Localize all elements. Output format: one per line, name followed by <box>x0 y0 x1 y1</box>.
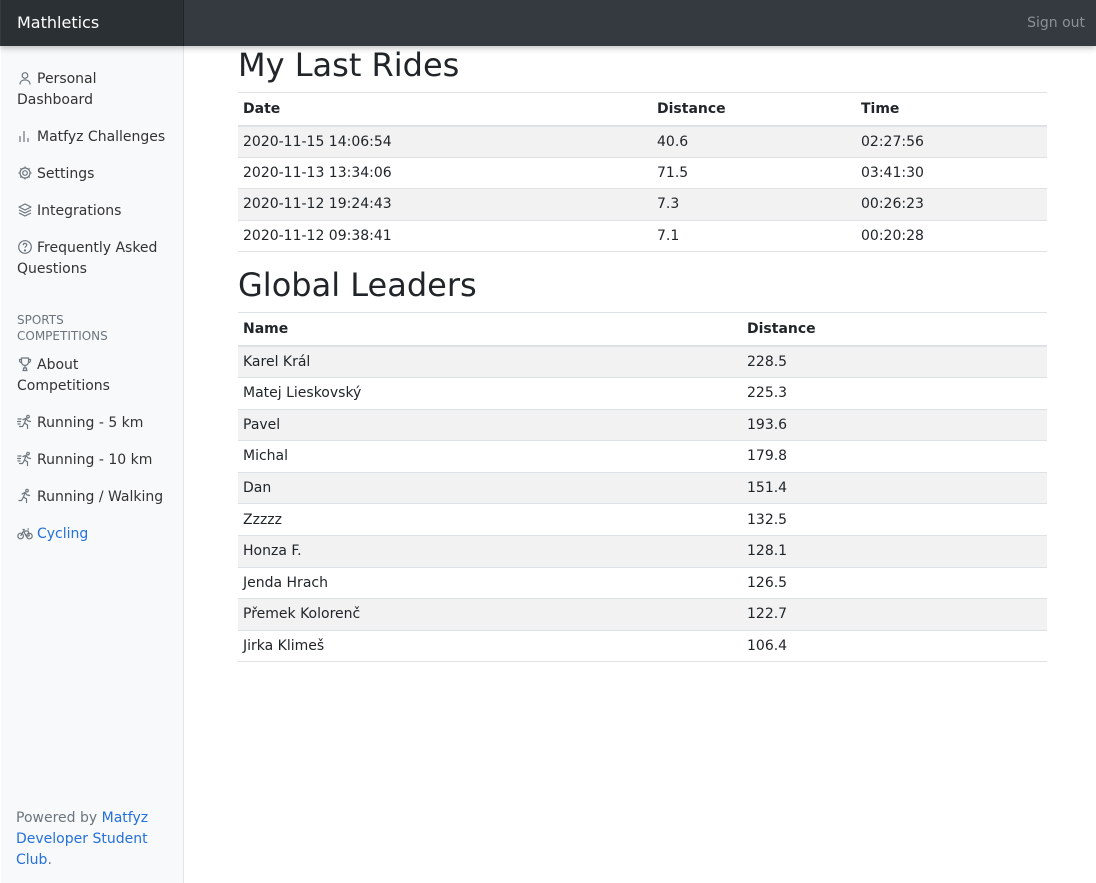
trophy-icon <box>18 357 32 372</box>
brand-logo[interactable]: Mathletics <box>1 0 184 46</box>
sidebar-item-label: Frequently Asked Questions <box>17 240 158 277</box>
help-circle-icon <box>18 240 32 254</box>
runner-icon <box>18 488 31 504</box>
sidebar: Personal Dashboard Matfyz Challenges Set… <box>1 46 184 883</box>
sidebar-item-matfyz-challenges[interactable]: Matfyz Challenges <box>17 127 175 148</box>
sidebar-item-cycling[interactable]: Cycling <box>17 524 175 545</box>
leader-name: Jirka Klimeš <box>238 630 742 663</box>
sidebar-item-faq[interactable]: Frequently Asked Questions <box>17 238 175 280</box>
leader-name: Karel Král <box>238 345 742 378</box>
table-row: Přemek Kolorenč 122.7 <box>238 598 1047 631</box>
leader-name: Michal <box>238 440 742 473</box>
ride-date: 2020-11-15 14:06:54 <box>238 125 652 158</box>
ride-time: 02:27:56 <box>856 125 1047 158</box>
sidebar-item-label: Running - 5 km <box>37 415 144 431</box>
main-content: My Last Rides Date Distance Time 2020-11… <box>238 46 1047 663</box>
bicycle-icon <box>17 528 33 540</box>
sidebar-item-label: Settings <box>37 166 95 182</box>
leader-distance: 228.5 <box>742 345 1047 378</box>
leader-name: Dan <box>238 472 742 505</box>
sidebar-item-running-10km[interactable]: Running - 10 km <box>17 450 175 471</box>
global-leaders-table: Name Distance Karel Král 228.5 Matej Lies… <box>238 312 1047 663</box>
leader-distance: 106.4 <box>742 630 1047 663</box>
column-header-time: Time <box>856 92 1047 127</box>
ride-distance: 71.5 <box>652 157 856 190</box>
ride-distance: 7.1 <box>652 220 856 253</box>
leader-distance: 132.5 <box>742 503 1047 536</box>
table-row: Michal 179.8 <box>238 440 1047 473</box>
leader-distance: 126.5 <box>742 567 1047 600</box>
ride-time: 00:26:23 <box>856 188 1047 221</box>
sidebar-item-personal-dashboard[interactable]: Personal Dashboard <box>17 69 175 111</box>
sidebar-item-label: Cycling <box>37 526 89 542</box>
table-row: Zzzzz 132.5 <box>238 503 1047 536</box>
leader-name: Zzzzz <box>238 503 742 536</box>
sidebar-item-running-walking[interactable]: Running / Walking <box>17 487 175 508</box>
sidebar-item-label: Running - 10 km <box>37 452 153 468</box>
sidebar-item-integrations[interactable]: Integrations <box>17 201 175 222</box>
table-header-row: Name Distance <box>238 312 1047 347</box>
ride-date: 2020-11-12 09:38:41 <box>238 220 652 253</box>
leader-name: Přemek Kolorenč <box>238 598 742 631</box>
leader-distance: 122.7 <box>742 598 1047 631</box>
leader-name: Jenda Hrach <box>238 567 742 600</box>
user-icon <box>19 72 31 85</box>
column-header-distance: Distance <box>742 312 1047 347</box>
table-row: 2020-11-12 09:38:41 7.1 00:20:28 <box>238 220 1047 253</box>
runner-fast-icon <box>17 451 32 467</box>
table-row: Pavel 193.6 <box>238 409 1047 442</box>
table-row: Matej Lieskovský 225.3 <box>238 377 1047 410</box>
table-row: Jirka Klimeš 106.4 <box>238 630 1047 663</box>
bar-chart-icon <box>19 131 29 142</box>
table-row: Dan 151.4 <box>238 472 1047 505</box>
global-leaders-title: Global Leaders <box>238 266 477 305</box>
column-header-name: Name <box>238 312 742 347</box>
column-header-distance: Distance <box>652 92 856 127</box>
sign-out-link[interactable]: Sign out <box>1027 0 1085 46</box>
powered-by-text: Powered by <box>16 810 98 826</box>
table-header-row: Date Distance Time <box>238 92 1047 127</box>
ride-distance: 40.6 <box>652 125 856 158</box>
runner-fast-icon <box>17 414 32 430</box>
leader-name: Honza F. <box>238 535 742 568</box>
leader-distance: 179.8 <box>742 440 1047 473</box>
top-navbar: Mathletics Sign out <box>0 0 1096 46</box>
table-row: Jenda Hrach 126.5 <box>238 567 1047 600</box>
sidebar-item-label: Running / Walking <box>37 489 164 505</box>
last-rides-table: Date Distance Time 2020-11-15 14:06:54 4… <box>238 92 1047 253</box>
powered-by-suffix: . <box>47 852 52 868</box>
sidebar-item-label: Integrations <box>37 203 122 219</box>
sidebar-item-about-competitions[interactable]: About Competitions <box>17 355 175 397</box>
leader-distance: 193.6 <box>742 409 1047 442</box>
leader-name: Pavel <box>238 409 742 442</box>
table-row: Honza F. 128.1 <box>238 535 1047 568</box>
ride-distance: 7.3 <box>652 188 856 221</box>
ride-time: 00:20:28 <box>856 220 1047 253</box>
table-row: 2020-11-15 14:06:54 40.6 02:27:56 <box>238 125 1047 158</box>
ride-date: 2020-11-12 19:24:43 <box>238 188 652 221</box>
gear-icon <box>18 166 32 180</box>
ride-date: 2020-11-13 13:34:06 <box>238 157 652 190</box>
sidebar-item-label: Matfyz Challenges <box>37 129 166 145</box>
sidebar-item-settings[interactable]: Settings <box>17 164 175 185</box>
last-rides-title: My Last Rides <box>238 46 460 84</box>
leader-distance: 151.4 <box>742 472 1047 505</box>
leader-name: Matej Lieskovský <box>238 377 742 410</box>
ride-time: 03:41:30 <box>856 157 1047 190</box>
layers-icon <box>18 203 32 217</box>
column-header-date: Date <box>238 92 652 127</box>
leader-distance: 225.3 <box>742 377 1047 410</box>
table-row: 2020-11-12 19:24:43 7.3 00:26:23 <box>238 188 1047 221</box>
leader-distance: 128.1 <box>742 535 1047 568</box>
table-row: 2020-11-13 13:34:06 71.5 03:41:30 <box>238 157 1047 190</box>
sidebar-item-running-5km[interactable]: Running - 5 km <box>17 413 175 434</box>
sidebar-section-heading: SPORTS COMPETITIONS <box>17 313 108 343</box>
powered-by-footer: Powered by Matfyz Developer Student Club… <box>16 808 166 871</box>
table-row: Karel Král 228.5 <box>238 345 1047 378</box>
